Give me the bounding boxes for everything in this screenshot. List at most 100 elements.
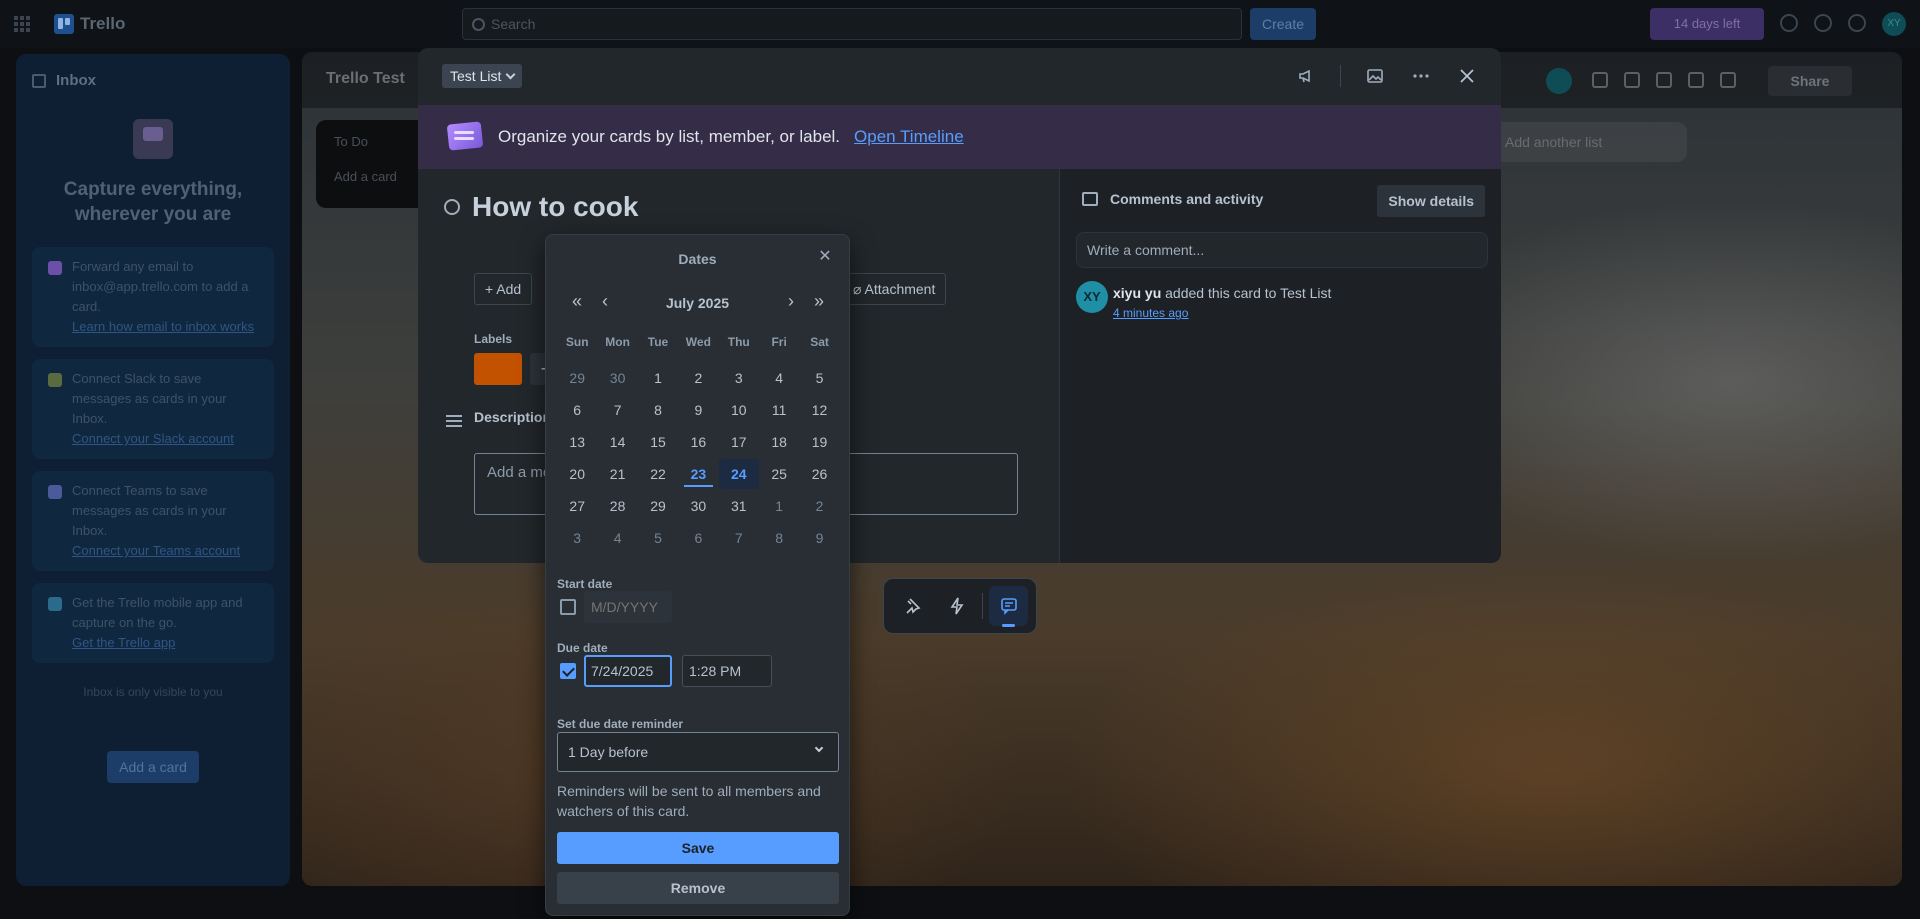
start-date-checkbox[interactable] <box>560 599 576 615</box>
calendar-day[interactable]: 18 <box>759 427 799 457</box>
calendar-day[interactable]: 21 <box>597 459 637 489</box>
megaphone-icon[interactable] <box>1780 14 1798 32</box>
start-date-input[interactable] <box>584 591 672 623</box>
calendar-day-today[interactable]: 23 <box>678 459 718 489</box>
calendar-day[interactable]: 5 <box>638 523 678 553</box>
app-switcher-icon[interactable] <box>14 16 30 32</box>
calendar-day[interactable]: 8 <box>759 523 799 553</box>
calendar-day[interactable]: 13 <box>557 427 597 457</box>
megaphone-icon[interactable] <box>1294 64 1318 88</box>
list-selector[interactable]: Test List <box>442 64 523 88</box>
calendar-day[interactable]: 2 <box>799 491 839 521</box>
lightning-icon[interactable] <box>937 586 976 626</box>
inbox-add-card-button[interactable]: Add a card <box>107 751 199 783</box>
user-avatar[interactable]: XY <box>1882 12 1906 36</box>
cover-image-icon[interactable] <box>1363 64 1387 88</box>
calendar-day[interactable]: 30 <box>678 491 718 521</box>
calendar-day[interactable]: 2 <box>678 363 718 393</box>
calendar-day[interactable]: 16 <box>678 427 718 457</box>
calendar-day[interactable]: 22 <box>638 459 678 489</box>
create-button[interactable]: Create <box>1250 8 1316 40</box>
calendar-day[interactable]: 29 <box>557 363 597 393</box>
calendar-day[interactable]: 6 <box>678 523 718 553</box>
share-button[interactable]: Share <box>1768 66 1852 96</box>
calendar-day[interactable]: 4 <box>597 523 637 553</box>
attachment-button[interactable]: ⌀ Attachment <box>842 273 947 305</box>
calendar-day[interactable]: 1 <box>759 491 799 521</box>
bell-icon[interactable] <box>1814 14 1832 32</box>
calendar-day[interactable]: 17 <box>719 427 759 457</box>
calendar-day[interactable]: 15 <box>638 427 678 457</box>
calendar-day[interactable]: 7 <box>719 523 759 553</box>
due-date-input[interactable] <box>584 655 672 687</box>
board-title[interactable]: Trello Test <box>326 70 405 88</box>
calendar-day[interactable]: 12 <box>799 395 839 425</box>
remove-button[interactable]: Remove <box>557 872 839 904</box>
calendar-day[interactable]: 1 <box>638 363 678 393</box>
next-month-icon[interactable]: › <box>780 291 802 313</box>
calendar-day[interactable]: 28 <box>597 491 637 521</box>
calendar-day[interactable]: 31 <box>719 491 759 521</box>
calendar-day[interactable]: 27 <box>557 491 597 521</box>
calendar-day[interactable]: 6 <box>557 395 597 425</box>
calendar-day[interactable]: 19 <box>799 427 839 457</box>
activity-action: added this card to Test List <box>1165 285 1332 301</box>
calendar-day[interactable]: 11 <box>759 395 799 425</box>
power-ups-icon[interactable] <box>1592 72 1608 88</box>
visibility-icon[interactable] <box>1720 72 1736 88</box>
reminder-select[interactable]: 1 Day before <box>557 732 839 772</box>
card-label-orange[interactable] <box>474 353 522 385</box>
calendar-day[interactable]: 26 <box>799 459 839 489</box>
more-options-icon[interactable] <box>1409 64 1433 88</box>
complete-toggle-icon[interactable] <box>444 199 460 215</box>
calendar-day[interactable]: 14 <box>597 427 637 457</box>
calendar-day[interactable]: 8 <box>638 395 678 425</box>
next-year-icon[interactable]: » <box>808 291 830 313</box>
tip-link[interactable]: Connect your Teams account <box>72 541 262 561</box>
search-input[interactable]: Search <box>462 8 1242 40</box>
calendar-day[interactable]: 20 <box>557 459 597 489</box>
calendar-day[interactable]: 29 <box>638 491 678 521</box>
calendar-day[interactable]: 9 <box>799 523 839 553</box>
comments-header: Comments and activity <box>1082 191 1263 207</box>
close-icon[interactable] <box>1455 64 1479 88</box>
tip-link[interactable]: Learn how email to inbox works <box>72 317 262 337</box>
filter-icon[interactable] <box>1656 72 1672 88</box>
calendar-day[interactable]: 5 <box>799 363 839 393</box>
board-member-avatar[interactable] <box>1546 68 1572 94</box>
trello-logo[interactable]: Trello <box>54 14 125 34</box>
activity-timestamp[interactable]: 4 minutes ago <box>1113 303 1331 323</box>
trial-badge[interactable]: 14 days left <box>1650 8 1764 40</box>
avatar[interactable]: XY <box>1076 281 1108 313</box>
calendar-day[interactable]: 30 <box>597 363 637 393</box>
help-icon[interactable] <box>1848 14 1866 32</box>
comment-panel-icon[interactable] <box>989 586 1029 627</box>
calendar-week-row: 6 7 8 9 10 11 12 <box>557 395 840 427</box>
weekday-label: Sat <box>810 335 829 349</box>
calendar-day[interactable]: 25 <box>759 459 799 489</box>
add-list-button[interactable]: Add another list <box>1487 122 1687 162</box>
close-icon[interactable]: ✕ <box>815 247 835 267</box>
tip-link[interactable]: Get the Trello app <box>72 633 262 653</box>
calendar-day[interactable]: 10 <box>719 395 759 425</box>
due-time-input[interactable] <box>682 655 772 687</box>
calendar-day[interactable]: 9 <box>678 395 718 425</box>
card-title[interactable]: How to cook <box>472 191 638 223</box>
star-icon[interactable] <box>1688 72 1704 88</box>
pin-icon[interactable] <box>892 586 931 626</box>
add-button[interactable]: + Add <box>474 273 533 305</box>
due-date-checkbox[interactable] <box>560 663 576 679</box>
calendar-day-selected[interactable]: 24 <box>718 459 759 489</box>
modal-header-actions <box>1294 64 1479 88</box>
calendar-day[interactable]: 4 <box>759 363 799 393</box>
automation-icon[interactable] <box>1624 72 1640 88</box>
calendar-day[interactable]: 7 <box>597 395 637 425</box>
show-details-button[interactable]: Show details <box>1377 185 1485 217</box>
calendar-day[interactable]: 3 <box>557 523 597 553</box>
calendar-day[interactable]: 3 <box>719 363 759 393</box>
inbox-illustration <box>133 119 173 159</box>
open-timeline-link[interactable]: Open Timeline <box>854 127 964 147</box>
save-button[interactable]: Save <box>557 832 839 864</box>
tip-link[interactable]: Connect your Slack account <box>72 429 262 449</box>
comment-input[interactable]: Write a comment... <box>1076 232 1488 268</box>
